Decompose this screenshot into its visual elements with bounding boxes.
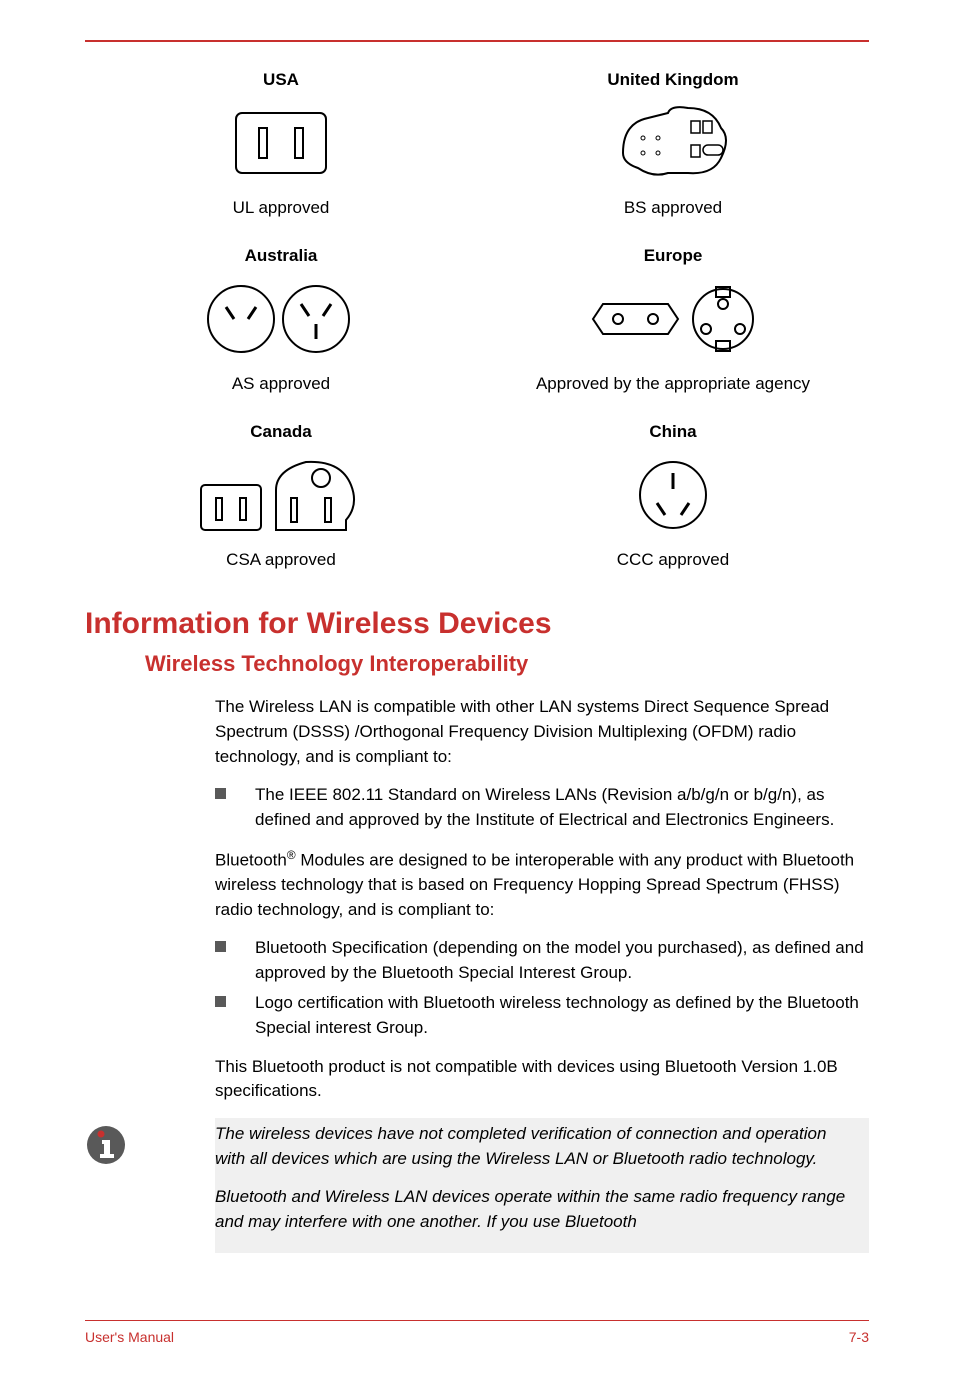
list-item: Logo certification with Bluetooth wirele… [215, 991, 869, 1040]
canada-plug-icon [105, 450, 457, 540]
info-icon [85, 1118, 215, 1253]
paragraph: Bluetooth® Modules are designed to be in… [215, 847, 869, 923]
paragraph: This Bluetooth product is not compatible… [215, 1055, 869, 1104]
plug-region-label: Australia [105, 246, 457, 266]
plug-region-label: China [497, 422, 849, 442]
uk-plug-icon [497, 98, 849, 188]
plug-region-label: United Kingdom [497, 70, 849, 90]
plug-region-label: Canada [105, 422, 457, 442]
note-text: The wireless devices have not completed … [215, 1118, 859, 1253]
plug-approval-label: AS approved [105, 372, 457, 396]
europe-plug-icon [497, 274, 849, 364]
note-paragraph: Bluetooth and Wireless LAN devices opera… [215, 1185, 859, 1234]
plug-region-label: USA [105, 70, 457, 90]
plug-cell-uk: United Kingdom BS approved [477, 62, 869, 238]
header-rule [85, 40, 869, 42]
sub-heading: Wireless Technology Interoperability [145, 651, 869, 677]
paragraph: The Wireless LAN is compatible with othe… [215, 695, 869, 769]
plug-cell-usa: USA UL approved [85, 62, 477, 238]
plug-approval-label: UL approved [105, 196, 457, 220]
registered-mark: ® [287, 848, 296, 862]
text: Modules are designed to be interoperable… [215, 850, 854, 918]
page-footer: User's Manual 7-3 [85, 1320, 869, 1345]
plug-cell-canada: Canada CSA approved [85, 414, 477, 590]
usa-plug-icon [105, 98, 457, 188]
bullet-list: Bluetooth Specification (depending on th… [215, 936, 869, 1041]
note-paragraph: The wireless devices have not completed … [215, 1122, 859, 1171]
list-item: The IEEE 802.11 Standard on Wireless LAN… [215, 783, 869, 832]
plug-cell-australia: Australia AS approved [85, 238, 477, 414]
plug-approval-label: BS approved [497, 196, 849, 220]
footer-left: User's Manual [85, 1329, 174, 1345]
plug-approval-label: CSA approved [105, 548, 457, 572]
section-heading: Information for Wireless Devices [85, 607, 869, 641]
list-item: Bluetooth Specification (depending on th… [215, 936, 869, 985]
china-plug-icon [497, 450, 849, 540]
plug-approval-label: Approved by the appropriate agency [497, 372, 849, 396]
australia-plug-icon [105, 274, 457, 364]
bullet-list: The IEEE 802.11 Standard on Wireless LAN… [215, 783, 869, 832]
body-content: The Wireless LAN is compatible with othe… [215, 695, 869, 1104]
text: Bluetooth [215, 850, 287, 869]
note-block: The wireless devices have not completed … [85, 1118, 869, 1253]
footer-right: 7-3 [849, 1329, 869, 1345]
plug-region-label: Europe [497, 246, 849, 266]
plug-approval-label: CCC approved [497, 548, 849, 572]
plug-cell-china: China CCC approved [477, 414, 869, 590]
plug-cell-europe: Europe Approved by the appropriate agenc… [477, 238, 869, 414]
plug-table: USA UL approved United Kingdom [85, 62, 869, 589]
